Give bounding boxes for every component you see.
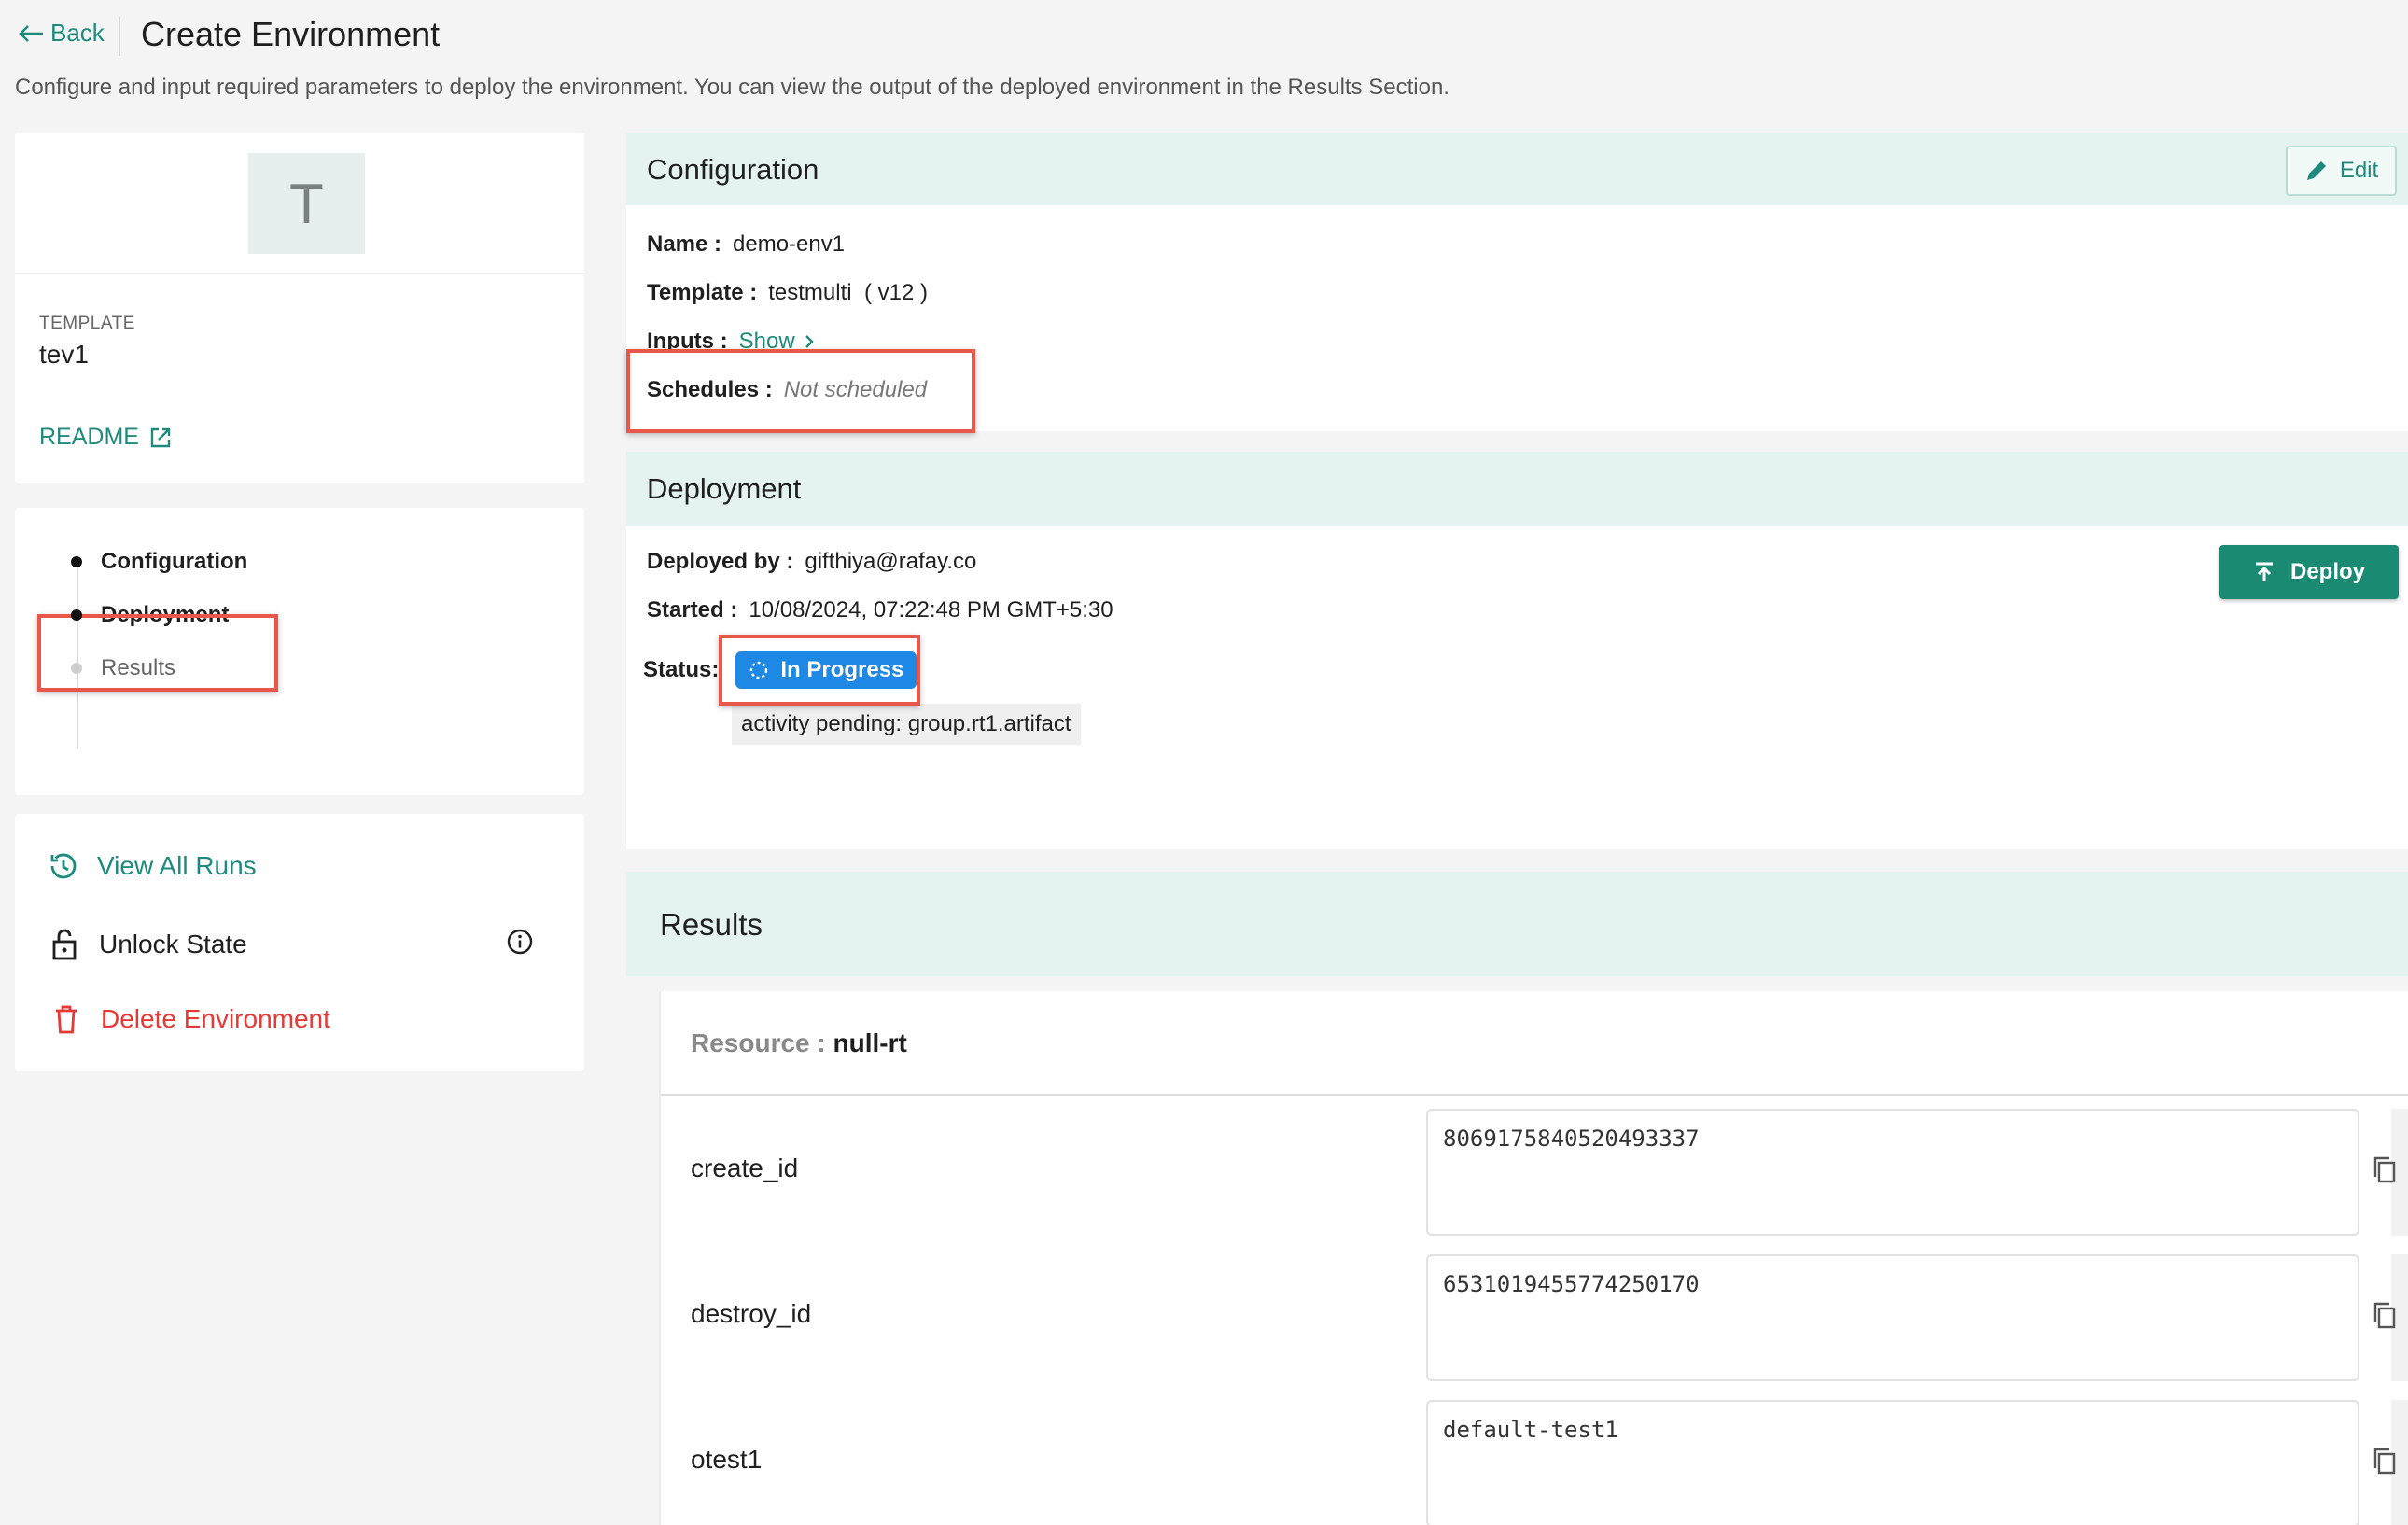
highlight-box-schedules	[626, 349, 975, 433]
step-configuration[interactable]: Configuration	[71, 549, 247, 575]
copy-icon[interactable]	[2369, 1299, 2401, 1331]
output-key: otest1	[691, 1445, 763, 1474]
output-value-field[interactable]: 8069175840520493337	[1426, 1109, 2359, 1236]
step-dot	[71, 663, 82, 674]
pencil-icon	[2306, 161, 2326, 180]
step-label: Configuration	[101, 549, 248, 574]
results-section: Results Resource : null-rt create_id 806…	[626, 872, 2408, 1525]
back-button[interactable]: Back	[17, 19, 105, 48]
page-subtitle: Configure and input required parameters …	[15, 75, 1449, 100]
resource-value: null-rt	[833, 1028, 907, 1057]
deployment-header: Deployment	[626, 452, 2408, 526]
step-dot	[71, 609, 82, 621]
output-value-field[interactable]: default-test1	[1426, 1400, 2359, 1525]
external-link-icon	[150, 427, 171, 447]
unlock-state-button[interactable]: Unlock State	[49, 928, 247, 961]
history-icon	[50, 853, 77, 879]
template-avatar-area: T	[15, 133, 584, 274]
highlight-box-status	[719, 635, 920, 706]
output-key: destroy_id	[691, 1299, 812, 1328]
resource-key: Resource :	[691, 1028, 826, 1057]
edit-button[interactable]: Edit	[2286, 146, 2397, 196]
view-all-runs-button[interactable]: View All Runs	[47, 849, 257, 883]
resource-header: Resource : null-rt	[661, 991, 2408, 1096]
configuration-header: Configuration Edit	[626, 133, 2408, 205]
chevron-right-icon	[805, 335, 814, 348]
upload-icon	[2255, 562, 2273, 581]
deployed-by-value: gifthiya@rafay.co	[805, 549, 977, 574]
readme-label: README	[39, 424, 139, 450]
deployed-by-row: Deployed by : gifthiya@rafay.co	[647, 549, 976, 575]
copy-icon[interactable]	[2369, 1154, 2401, 1185]
template-avatar: T	[248, 153, 365, 254]
step-dot	[71, 556, 82, 567]
config-name-key: Name :	[647, 231, 722, 257]
delete-environment-label: Delete Environment	[101, 1004, 330, 1033]
trash-icon	[56, 1005, 77, 1034]
config-template-key: Template :	[647, 280, 758, 305]
template-card: T TEMPLATE tev1 README	[15, 133, 584, 483]
output-value-field[interactable]: 6531019455774250170	[1426, 1254, 2359, 1381]
config-template-row: Template : testmulti ( v12 )	[647, 280, 928, 306]
status-key: Status:	[643, 657, 720, 682]
deployed-by-key: Deployed by :	[647, 549, 794, 574]
config-name-row: Name : demo-env1	[647, 231, 845, 258]
template-value: tev1	[39, 340, 89, 369]
resource-label: Resource : null-rt	[691, 1028, 907, 1058]
edit-label: Edit	[2339, 158, 2379, 183]
deploy-label: Deploy	[2289, 559, 2365, 584]
output-key: create_id	[691, 1154, 799, 1182]
template-label: TEMPLATE	[39, 314, 135, 333]
started-row: Started : 10/08/2024, 07:22:48 PM GMT+5:…	[647, 597, 1113, 623]
header-divider	[119, 17, 120, 56]
back-label: Back	[50, 19, 105, 47]
deploy-button[interactable]: Deploy	[2219, 545, 2399, 599]
results-title: Results	[660, 907, 763, 942]
results-header: Results	[626, 872, 2408, 976]
view-all-runs-label: View All Runs	[97, 851, 257, 880]
deployment-title: Deployment	[647, 472, 802, 505]
unlock-state-label: Unlock State	[99, 930, 247, 958]
status-tooltip: activity pending: group.rt1.artifact	[732, 704, 1081, 745]
page-title: Create Environment	[141, 15, 441, 53]
delete-environment-button[interactable]: Delete Environment	[50, 1002, 330, 1036]
resource-panel: Resource : null-rt create_id 80691758405…	[659, 991, 2408, 1525]
highlight-box-deployment-step	[37, 614, 278, 692]
copy-icon[interactable]	[2369, 1445, 2401, 1476]
config-template-value: testmulti ( v12 )	[768, 280, 928, 305]
started-value: 10/08/2024, 07:22:48 PM GMT+5:30	[749, 597, 1113, 623]
unlock-icon	[52, 929, 77, 960]
arrow-left-icon	[19, 24, 43, 42]
started-key: Started :	[647, 597, 738, 623]
readme-link[interactable]: README	[39, 424, 173, 451]
config-name-value: demo-env1	[733, 231, 846, 257]
configuration-title: Configuration	[647, 153, 819, 186]
info-icon[interactable]	[506, 928, 534, 956]
